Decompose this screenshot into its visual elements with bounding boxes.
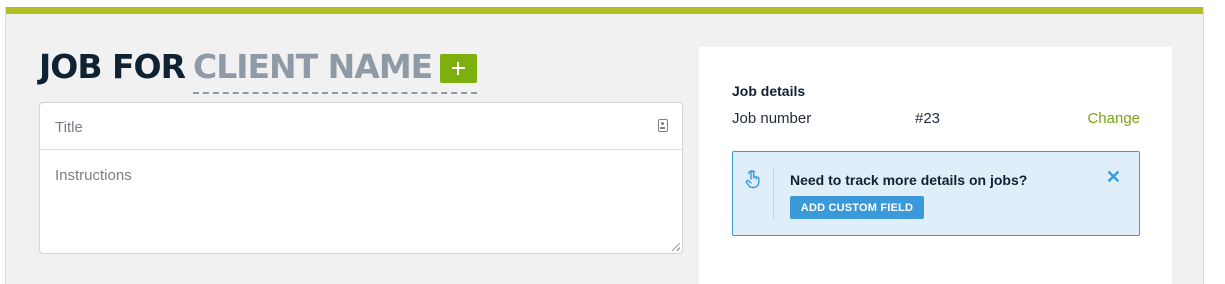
change-job-number-link[interactable]: Change bbox=[1087, 110, 1140, 127]
client-name-placeholder[interactable]: CLIENT NAME bbox=[193, 47, 433, 87]
page-title: JOB FOR CLIENT NAME bbox=[39, 47, 478, 101]
title-placeholder: Title bbox=[55, 119, 83, 136]
job-form-frame: JOB FOR CLIENT NAME Title Instructions J… bbox=[5, 7, 1204, 284]
job-form-fields: Title Instructions bbox=[39, 102, 683, 254]
contact-card-icon[interactable] bbox=[658, 119, 668, 132]
close-icon[interactable]: ✕ bbox=[1106, 168, 1121, 186]
job-number-label: Job number bbox=[732, 110, 812, 127]
page-title-prefix: JOB FOR bbox=[39, 47, 186, 86]
notice-divider bbox=[773, 168, 774, 219]
resize-handle-icon[interactable] bbox=[672, 243, 680, 251]
top-accent-bar bbox=[6, 7, 1203, 14]
custom-field-notice: Need to track more details on jobs? ADD … bbox=[732, 151, 1140, 236]
instructions-textarea[interactable]: Instructions bbox=[40, 150, 682, 253]
add-client-button[interactable] bbox=[440, 54, 478, 83]
title-input[interactable]: Title bbox=[40, 103, 682, 150]
job-number-value: #23 bbox=[915, 110, 941, 127]
job-details-panel: Job details Job number #23 Change Need t… bbox=[699, 47, 1172, 284]
instructions-placeholder: Instructions bbox=[55, 167, 132, 184]
add-custom-field-button[interactable]: ADD CUSTOM FIELD bbox=[790, 196, 924, 219]
notice-message: Need to track more details on jobs? bbox=[790, 172, 1028, 188]
job-details-heading: Job details bbox=[732, 83, 806, 99]
client-name-selector[interactable]: CLIENT NAME bbox=[192, 47, 478, 94]
pointing-hand-icon bbox=[745, 170, 760, 189]
